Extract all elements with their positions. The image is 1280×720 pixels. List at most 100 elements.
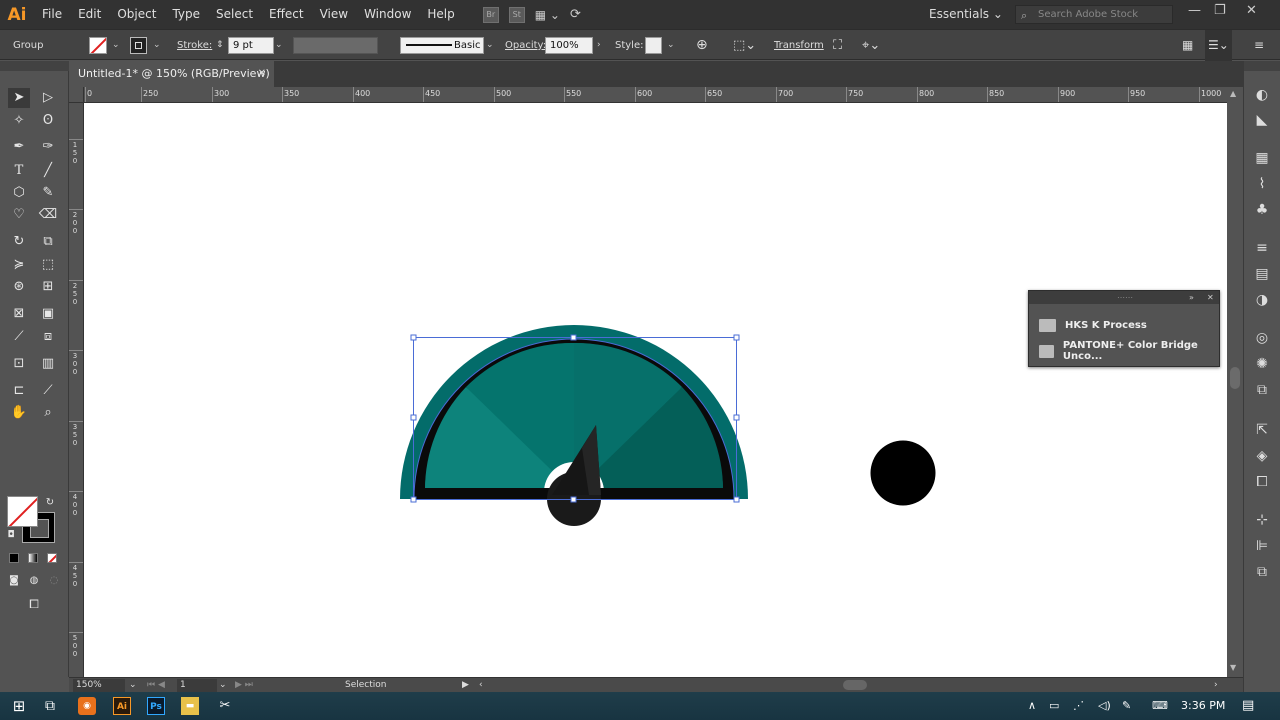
shape-builder-tool-icon[interactable]: ⊛	[8, 277, 30, 297]
photoshop-taskbar-icon[interactable]: Ps	[147, 697, 165, 715]
zoom-field[interactable]: 150%	[73, 679, 125, 692]
illustrator-taskbar-icon[interactable]: Ai	[113, 697, 131, 715]
last-artboard-icon[interactable]: ▶ ⏭	[235, 678, 253, 692]
layers-panel-icon[interactable]: ◈	[1253, 447, 1271, 465]
paintbrush-tool-icon[interactable]: ✎	[37, 183, 59, 203]
pen-workspace-icon[interactable]: ✎	[1122, 692, 1131, 720]
symbol-sprayer-tool-icon[interactable]: ⊡	[8, 354, 30, 374]
eyedropper-tool-icon[interactable]: ⟋	[8, 327, 30, 347]
stroke-label[interactable]: Stroke:	[177, 30, 212, 61]
draw-normal-icon[interactable]: ◙	[4, 571, 24, 591]
chevron-down-icon[interactable]: ⌄	[219, 678, 227, 692]
gpu-performance-icon[interactable]: ⟳	[570, 7, 581, 22]
line-segment-tool-icon[interactable]: ╱	[37, 161, 59, 181]
fill-color-swatch[interactable]	[7, 496, 38, 527]
transform-link[interactable]: Transform	[774, 30, 824, 61]
tools-panel-grip[interactable]	[0, 61, 69, 71]
vertical-ruler[interactable]: 1 5 0 2 0 0 2 5 0 3 0 0 3 5 0 4 0 0 4 5 …	[69, 103, 84, 677]
brushes-panel-icon[interactable]: ⌇	[1253, 175, 1271, 193]
variable-width-profile[interactable]	[293, 37, 378, 54]
properties-menu-icon[interactable]: ☰⌄	[1205, 30, 1232, 61]
horizontal-ruler[interactable]: 0 250 300 350 400 450 500 550 600 650 70…	[84, 87, 1227, 103]
menu-view[interactable]: View	[312, 0, 356, 29]
stepper-icon[interactable]: ⇕	[216, 30, 224, 61]
panel-dock-grip[interactable]	[1244, 61, 1280, 71]
windows-start-icon[interactable]: ⊞	[10, 697, 28, 715]
shaper-tool-icon[interactable]: ♡	[8, 205, 30, 225]
mesh-tool-icon[interactable]: ⊠	[8, 304, 30, 324]
stock-icon[interactable]: St	[508, 6, 525, 23]
ruler-origin[interactable]	[69, 87, 84, 103]
list-item[interactable]: HKS K Process	[1029, 312, 1219, 338]
menu-effect[interactable]: Effect	[261, 0, 312, 29]
isolate-group-icon[interactable]: ⛶	[833, 30, 842, 61]
change-screen-mode-icon[interactable]: ⧠	[22, 594, 46, 614]
draw-behind-icon[interactable]: ◍	[24, 571, 44, 591]
menu-type[interactable]: Type	[164, 0, 208, 29]
default-fill-stroke-icon[interactable]: ◘	[4, 525, 18, 545]
artboard-canvas[interactable]	[84, 103, 1227, 677]
graphic-style-swatch[interactable]	[645, 37, 662, 54]
width-tool-icon[interactable]: ≽	[8, 255, 30, 275]
bridge-icon[interactable]: Br	[482, 6, 499, 23]
action-center-icon[interactable]: ▤	[1242, 692, 1254, 720]
restore-icon[interactable]: ❐	[1214, 0, 1226, 22]
polygon-tool-icon[interactable]: ⬡	[8, 183, 30, 203]
free-transform-tool-icon[interactable]: ⬚	[37, 255, 59, 275]
chevron-right-icon[interactable]: ›	[597, 30, 601, 61]
menu-object[interactable]: Object	[109, 0, 164, 29]
scroll-down-icon[interactable]: ▼	[1230, 663, 1236, 672]
scroll-left-icon[interactable]: ‹	[479, 678, 483, 692]
menu-window[interactable]: Window	[356, 0, 419, 29]
chevron-down-icon[interactable]: ⌄	[275, 30, 283, 61]
scale-tool-icon[interactable]: ⧉	[37, 232, 59, 252]
curvature-tool-icon[interactable]: ✑	[37, 137, 59, 157]
opacity-field[interactable]: 100%	[545, 37, 593, 54]
transform-panel-icon[interactable]: ⊹	[1253, 511, 1271, 529]
column-graph-tool-icon[interactable]: ▥	[37, 354, 59, 374]
align-panel-icon[interactable]: ⊫	[1253, 537, 1271, 555]
export-panel-icon[interactable]: ⇱	[1253, 421, 1271, 439]
opacity-label[interactable]: Opacity:	[505, 30, 546, 61]
stroke-panel-icon[interactable]: ≡	[1253, 239, 1271, 257]
color-mode-icon[interactable]	[9, 553, 19, 563]
magic-wand-tool-icon[interactable]: ✧	[8, 111, 30, 131]
cc-libraries-icon[interactable]: ⧉	[1253, 381, 1271, 399]
close-window-icon[interactable]: ✕	[1246, 0, 1257, 22]
pen-tool-icon[interactable]: ✒	[8, 137, 30, 157]
menu-help[interactable]: Help	[419, 0, 462, 29]
show-hidden-icons[interactable]: ∧	[1028, 692, 1036, 720]
puppet-warp-icon[interactable]: ⌖⌄	[862, 30, 880, 61]
scroll-up-icon[interactable]: ▲	[1230, 89, 1236, 98]
scrollbar-thumb[interactable]	[1230, 367, 1240, 389]
artboard-number-field[interactable]: 1	[177, 679, 217, 692]
snipping-tool-icon[interactable]: ✂	[216, 697, 234, 715]
type-tool-icon[interactable]: T	[8, 161, 30, 181]
workspace-switcher[interactable]: Essentials ⌄	[929, 0, 1003, 29]
volume-icon[interactable]: ◁)	[1098, 692, 1111, 720]
color-panel-icon[interactable]: ◐	[1253, 86, 1271, 104]
blend-tool-icon[interactable]: ⧈	[37, 327, 59, 347]
chevron-down-icon[interactable]: ⌄	[129, 678, 137, 692]
chevron-down-icon[interactable]: ⌄	[486, 30, 494, 61]
scroll-right-icon[interactable]: ›	[1214, 678, 1218, 692]
panel-grip-icon[interactable]: ⋯⋯	[1117, 291, 1133, 304]
appearance-panel-icon[interactable]: ◎	[1253, 329, 1271, 347]
eraser-tool-icon[interactable]: ⌫	[37, 205, 59, 225]
document-tab[interactable]: Untitled-1* @ 150% (RGB/Preview) ✕	[69, 61, 274, 87]
keyboard-icon[interactable]: ⌨	[1152, 692, 1168, 720]
draw-inside-icon[interactable]: ◌	[44, 571, 64, 591]
list-item[interactable]: PANTONE+ Color Bridge Unco...	[1029, 338, 1219, 364]
vertical-scrollbar[interactable]: ▲ ▼	[1227, 87, 1243, 677]
panel-arrange-icon[interactable]: ▦	[1182, 30, 1193, 61]
swap-fill-stroke-icon[interactable]: ↻	[43, 493, 57, 513]
search-stock-input[interactable]: ⌕ Search Adobe Stock	[1015, 5, 1173, 24]
network-icon[interactable]: ⋰	[1073, 692, 1084, 720]
firefox-icon[interactable]: ◉	[78, 697, 96, 715]
close-tab-icon[interactable]: ✕	[258, 61, 266, 87]
lasso-tool-icon[interactable]: ʘ	[37, 111, 59, 131]
zoom-tool-icon[interactable]: ⌕	[37, 403, 59, 423]
recolor-artwork-icon[interactable]: ⊕	[696, 30, 708, 61]
stroke-swatch[interactable]	[130, 37, 147, 54]
align-icon[interactable]: ⬚⌄	[733, 30, 756, 61]
